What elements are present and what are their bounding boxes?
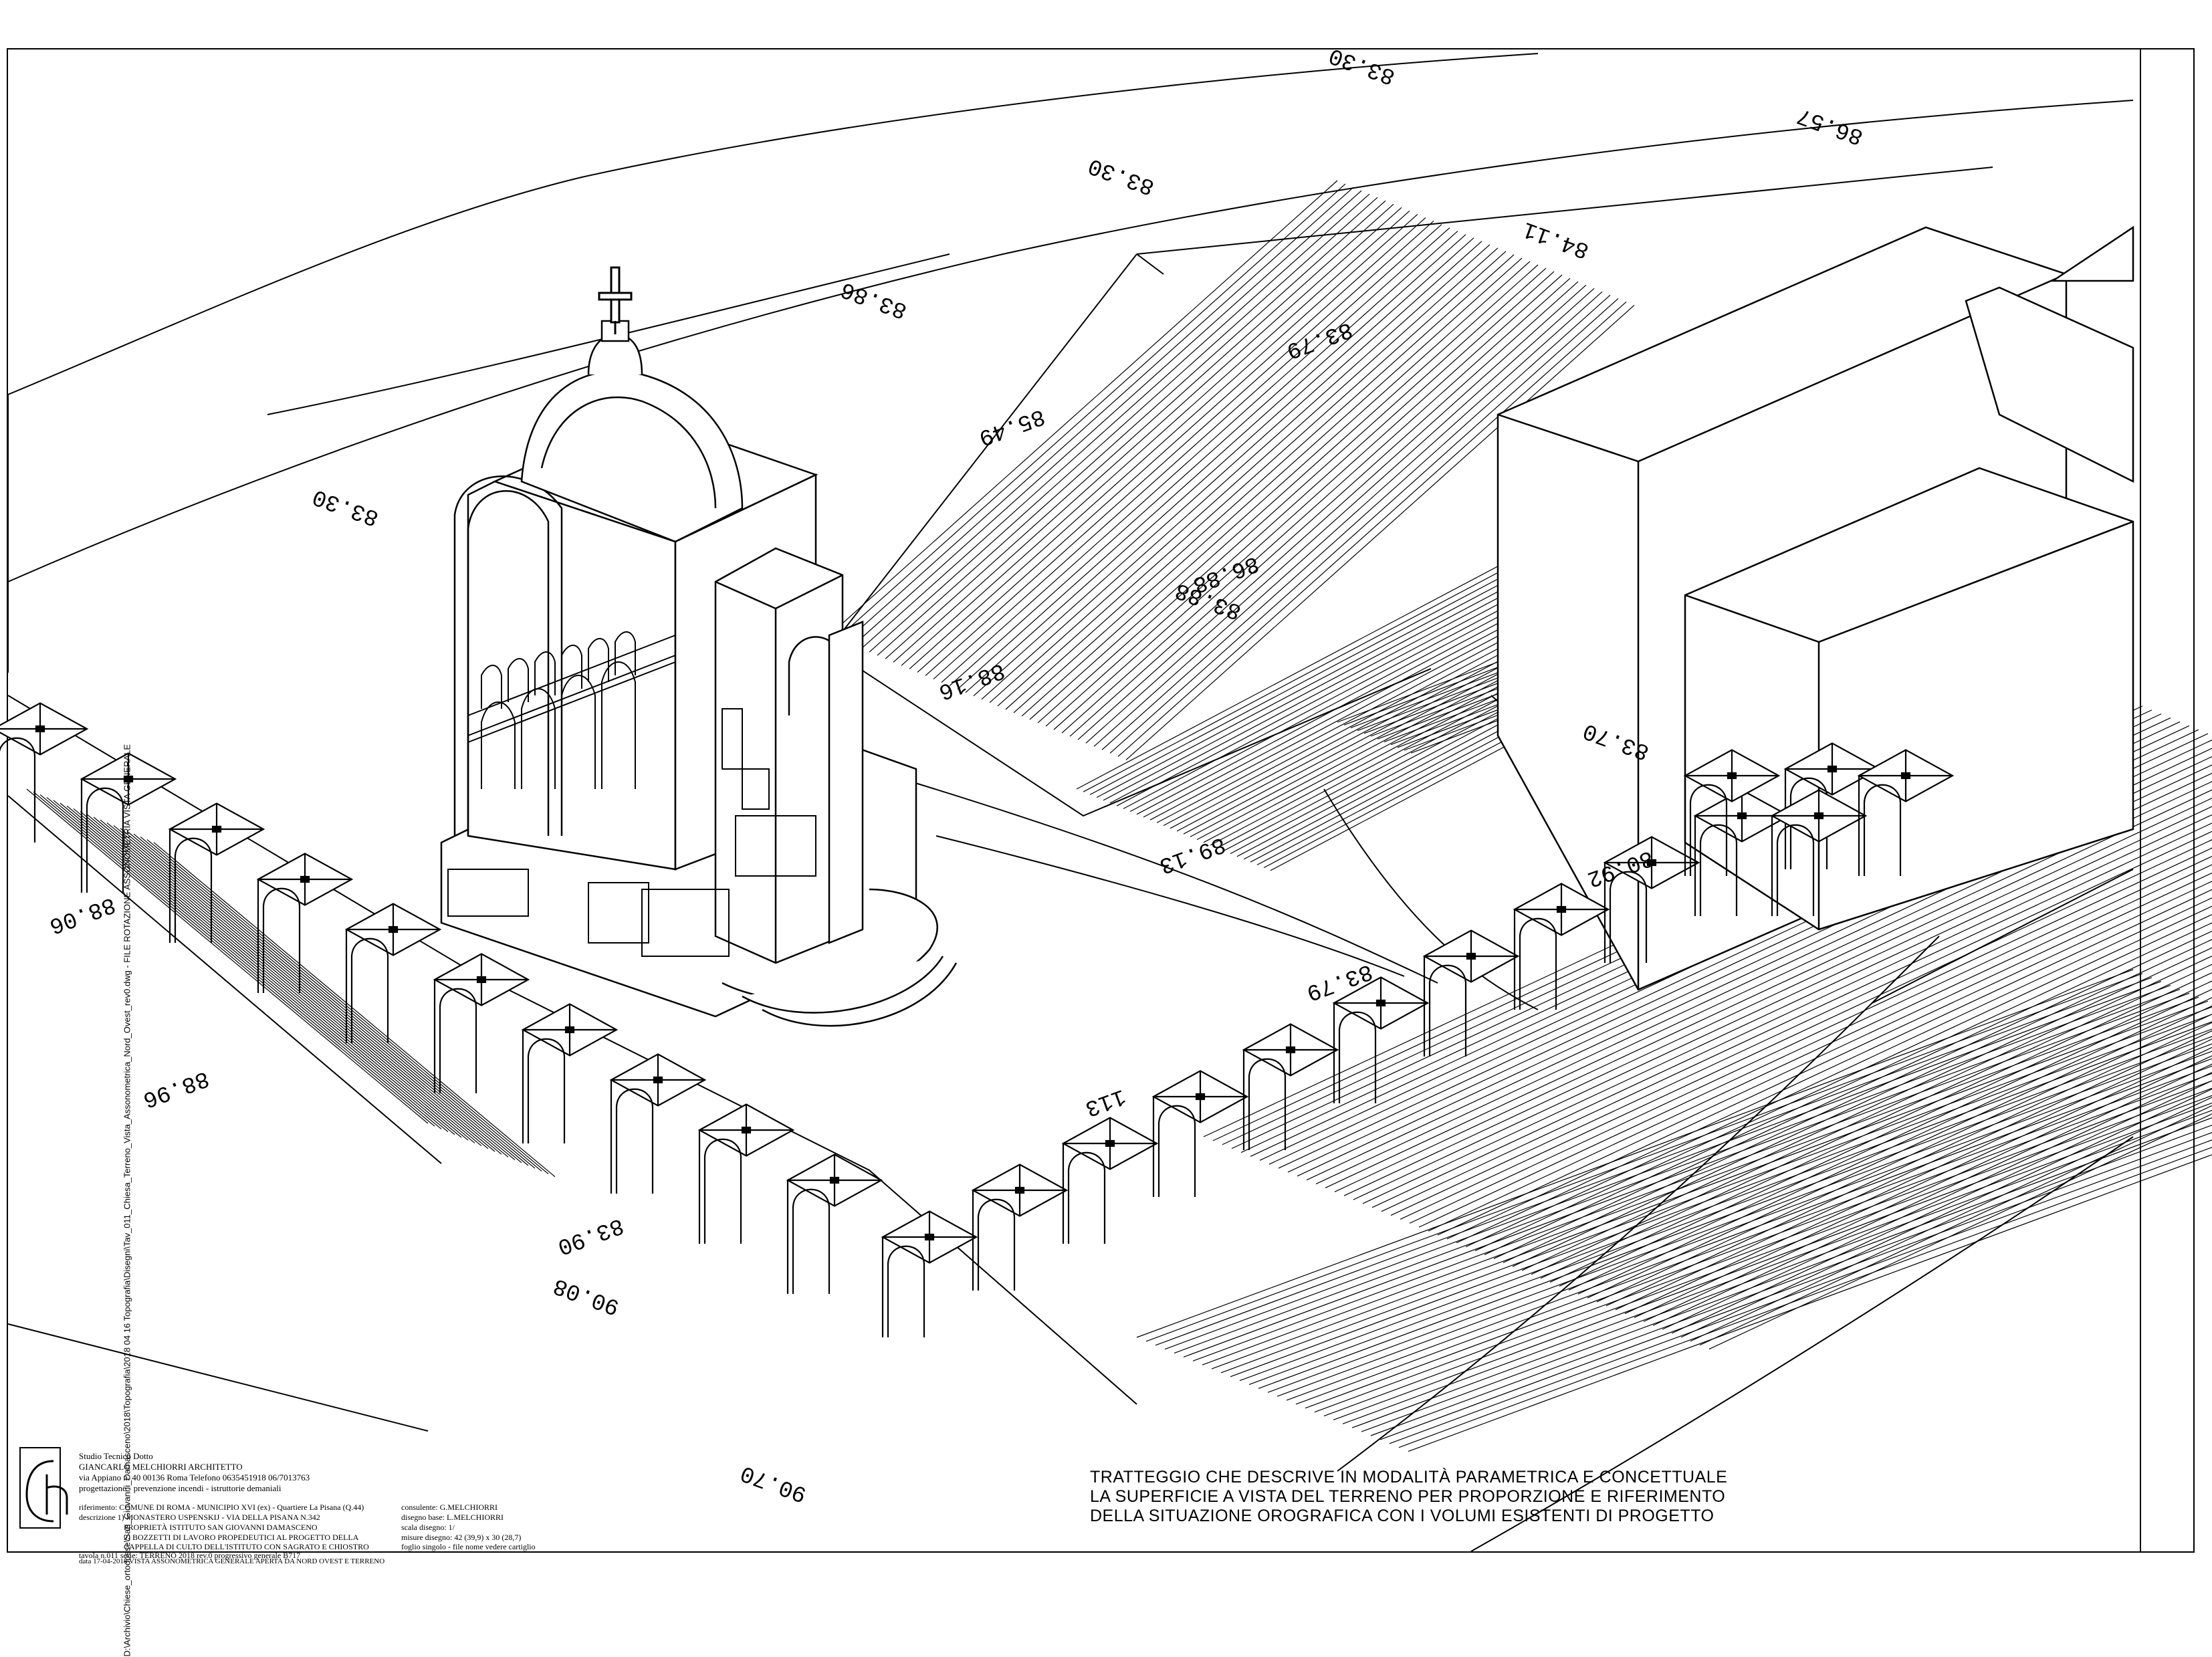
hatch-line	[933, 224, 1442, 679]
axonometric-drawing: 83.3083.3083.8683.3083.7083.8886.5784.11…	[0, 41, 2212, 1552]
cloister-bay	[344, 903, 442, 1043]
hatch-line	[1136, 969, 2134, 1338]
hatch-line	[1220, 1006, 2212, 1373]
hatch-line	[39, 794, 442, 1129]
drawing-sheet: 83.30 83.30 83.86 83.30 83.70 83.88 86.57 84.11…	[0, 0, 2212, 1657]
contour-label: 88.96	[139, 1065, 212, 1112]
cloister-bay	[1061, 1117, 1159, 1244]
hatch-line	[997, 251, 1507, 707]
proprieta: PROPRIETÀ ISTITUTO SAN GIOVANNI DAMASCEN…	[124, 1523, 318, 1532]
contour-label: 89.13	[1155, 831, 1228, 878]
cloister-bay	[521, 1003, 619, 1143]
cloister-bay	[971, 1164, 1069, 1291]
foglio: foglio singolo - file nome vedere cartig…	[401, 1542, 536, 1551]
hatch-line	[73, 808, 475, 1143]
descrizione: descrizione 1) MONASTERO USPENSKIJ - VIA…	[79, 1513, 320, 1522]
hatch-line	[53, 800, 455, 1135]
contour-label: 83.86	[838, 275, 911, 323]
terrain-edge	[7, 1323, 429, 1432]
hatch-line	[989, 247, 1499, 703]
riferimento: riferimento: COMUNE DI ROMA - MUNICIPIO …	[79, 1503, 364, 1512]
cloister-bay	[0, 702, 89, 843]
contour-label: 83.79	[1283, 316, 1355, 363]
hatch-line	[957, 234, 1466, 690]
cloister-bay	[1242, 1023, 1339, 1150]
disegno: disegno base: L.MELCHIORRI	[401, 1513, 504, 1522]
studio-name: Studio Tecnico Dotto	[79, 1451, 153, 1461]
contour-label: 86.57	[1794, 102, 1867, 149]
hatch-line	[901, 210, 1410, 666]
hatch-line	[1389, 1139, 2212, 1444]
contour-label: 83.30	[310, 483, 382, 530]
hatch-line	[1005, 254, 1515, 710]
cloister-bay	[1332, 976, 1430, 1103]
contour-line	[869, 768, 1438, 984]
contour-label: 83.90	[554, 1212, 627, 1259]
note-line-1: TRATTEGGIO CHE DESCRIVE IN MODALITÀ PARA…	[1090, 1468, 1728, 1486]
hatch-line	[877, 200, 1386, 656]
cloister-bay	[881, 1210, 978, 1337]
hatch-line	[1174, 984, 2171, 1354]
misure: misure disegno: 42 (39,9) x 30 (28,7)	[401, 1533, 522, 1542]
hatch-line	[1690, 1097, 2212, 1342]
studio-monogram-logo	[19, 1447, 68, 1529]
hatch-line	[1183, 988, 2181, 1357]
cloister-bay	[1513, 883, 1610, 1010]
studio-roles: progettazione - prevenzione incendi - is…	[79, 1483, 282, 1493]
architect-name: GIANCARLO MELCHIORRI ARCHITETTO	[79, 1462, 243, 1472]
hatch-line	[1267, 1043, 2212, 1393]
hatch-line	[949, 231, 1458, 687]
contour-label: 85.49	[975, 403, 1048, 450]
hatch-line	[861, 193, 1370, 649]
consulente: consulente: G.MELCHIORRI	[401, 1503, 497, 1512]
bozzetti: 2) BOZZETTI DI LAVORO PROPEDEUTICI AL PR…	[124, 1533, 359, 1542]
hatch-line	[965, 237, 1474, 693]
hatch-line	[828, 180, 1338, 636]
hatch-line	[1021, 261, 1531, 717]
hatch-line	[1192, 992, 2190, 1361]
hatching-note: TRATTEGGIO CHE DESCRIVE IN MODALITÀ PARA…	[1090, 1468, 1727, 1526]
contour-label: 90.08	[550, 1272, 623, 1319]
note-line-2: LA SUPERFICIE A VISTA DEL TERRENO PER PR…	[1090, 1487, 1726, 1506]
hatch-line	[1652, 1063, 2212, 1326]
hatch-line	[1258, 1036, 2212, 1390]
hatch-line	[941, 227, 1450, 683]
chapel-bell-tower	[714, 547, 844, 964]
hatch-line	[1202, 996, 2199, 1365]
contour-label: 84.11	[1520, 215, 1593, 263]
hatch-line	[845, 187, 1354, 643]
hatch-line	[60, 802, 462, 1138]
hatch-line	[981, 244, 1490, 700]
contour-label: 83.30	[1085, 152, 1158, 199]
hatch-line	[893, 207, 1402, 663]
cloister-bay	[786, 1153, 883, 1294]
note-line-3: DELLA SITUAZIONE OROGRAFICA CON I VOLUMI…	[1090, 1507, 1715, 1525]
hatch-line	[1305, 1073, 2212, 1409]
hatch-line	[925, 221, 1434, 676]
hatch-line	[837, 183, 1346, 639]
cloister-bay	[609, 1053, 707, 1194]
cloister-bay	[1151, 1070, 1249, 1197]
hatch-line	[1029, 264, 1539, 720]
cloister-bay	[256, 853, 354, 993]
contour-label: 83.30	[1326, 41, 1399, 89]
hatch-line	[885, 203, 1394, 659]
contour-label: 88.06	[45, 891, 118, 938]
contour-label: 113	[1081, 1083, 1129, 1121]
hatch-line	[1361, 1117, 2212, 1432]
cloister-bay	[697, 1103, 795, 1244]
hatch-line	[1277, 1051, 2212, 1397]
cloister-bay	[433, 953, 530, 1093]
contour-label: 88.16	[935, 657, 1008, 704]
hatch-line	[1211, 1000, 2209, 1369]
hatch-line	[869, 197, 1378, 653]
contour-label: 90.70	[738, 1459, 810, 1507]
chapel	[440, 320, 958, 1027]
studio-address: via Appiano n. 40 00136 Roma Telefono 06…	[79, 1472, 310, 1482]
hatch-line	[80, 811, 482, 1147]
scala: scala disegno: 1/	[401, 1523, 455, 1532]
